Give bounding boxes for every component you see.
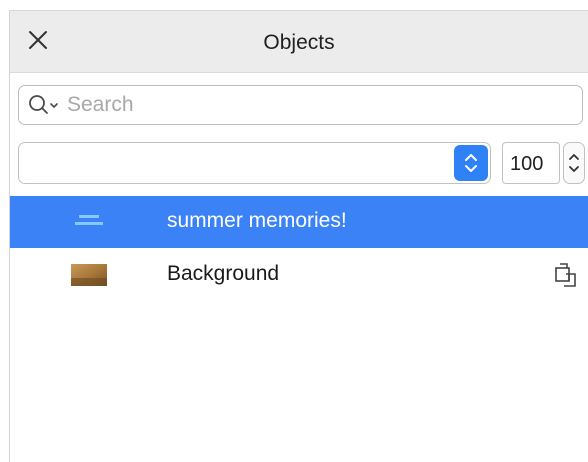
opacity-stepper[interactable] [563, 142, 585, 184]
chevron-up-down-icon [465, 154, 477, 172]
stepper-arrows-icon [569, 154, 579, 172]
merge-mode-select[interactable] [18, 142, 491, 184]
lock-icon[interactable] [554, 260, 578, 288]
panel-title: Objects [263, 31, 335, 54]
text-layer-thumbnail [71, 210, 107, 232]
image-layer-thumbnail [71, 264, 107, 286]
object-row-background[interactable]: Background [10, 249, 588, 301]
opacity-value: 100 [510, 153, 544, 175]
object-row-summer-memories[interactable]: summer memories! [10, 196, 588, 248]
search-input[interactable] [67, 90, 567, 120]
select-arrows-button[interactable] [454, 145, 488, 181]
object-label: summer memories! [167, 209, 347, 232]
search-box[interactable] [18, 85, 583, 125]
search-icon[interactable] [28, 94, 62, 116]
object-label: Background [167, 262, 280, 285]
panel-header: Objects [10, 11, 588, 73]
objects-panel: Objects 100 summer m [0, 0, 588, 462]
opacity-field[interactable]: 100 [502, 142, 560, 184]
